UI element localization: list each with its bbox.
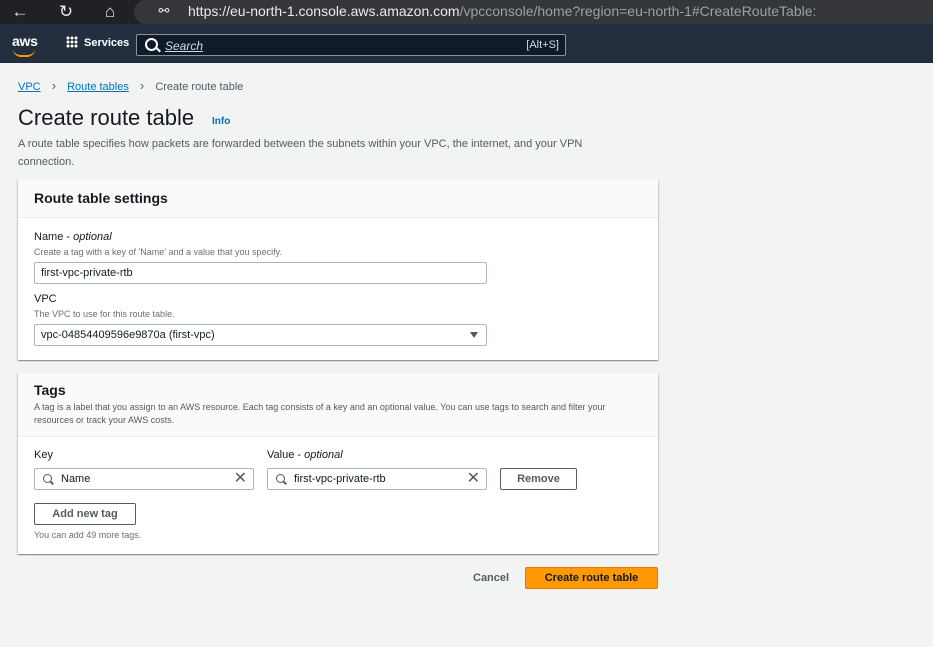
page-title: Create route table (18, 105, 195, 130)
tag-value-input[interactable]: first-vpc-private-rtb ✕ (267, 468, 487, 490)
chevron-right-icon: › (139, 78, 145, 93)
add-new-tag-button[interactable]: Add new tag (34, 503, 136, 525)
services-menu-button[interactable]: Services (66, 36, 129, 49)
vpc-selected-value: vpc-04854409596e9870a (first-vpc) (41, 329, 215, 341)
reload-icon[interactable]: ↻ (56, 2, 76, 22)
tags-panel-header: Tags A tag is a label that you assign to… (18, 373, 658, 437)
tag-key-input[interactable]: Name ✕ (34, 468, 254, 490)
tag-key-label: Key (34, 449, 53, 461)
breadcrumb-route-tables[interactable]: Route tables (67, 81, 129, 93)
vpc-select[interactable]: vpc-04854409596e9870a (first-vpc) (34, 324, 487, 346)
cancel-button[interactable]: Cancel (473, 572, 509, 584)
clear-value-icon[interactable]: ✕ (467, 470, 480, 488)
url-text: https://eu-north-1.console.aws.amazon.co… (188, 3, 817, 19)
chevron-right-icon: › (51, 78, 57, 93)
vpc-label: VPC (34, 293, 57, 305)
create-route-table-button[interactable]: Create route table (525, 567, 658, 589)
caret-down-icon (470, 332, 478, 338)
back-arrow-icon[interactable]: ← (10, 2, 30, 22)
info-link[interactable]: Info (212, 116, 230, 127)
tags-limit-text: You can add 49 more tags. (34, 530, 142, 540)
route-table-settings-panel: Route table settings Name - optional Cre… (18, 180, 658, 360)
breadcrumb-current: Create route table (155, 81, 244, 93)
home-icon[interactable]: ⌂ (100, 2, 120, 22)
breadcrumb: VPC › Route tables › Create route table (18, 78, 243, 93)
name-input[interactable] (34, 262, 487, 284)
address-bar[interactable]: ⚯ https://eu-north-1.console.aws.amazon.… (134, 0, 933, 24)
global-search: [Alt+S] (136, 34, 566, 56)
tags-description: A tag is a label that you assign to an A… (34, 402, 606, 425)
vpc-help-text: The VPC to use for this route table. (34, 309, 175, 319)
name-label: Name - optional (34, 231, 112, 243)
services-label: Services (84, 37, 130, 49)
tag-value-label: Value - optional (267, 449, 343, 461)
tags-panel-title: Tags (34, 382, 66, 398)
aws-logo-smile (13, 49, 35, 57)
search-icon (145, 38, 158, 51)
clear-key-icon[interactable]: ✕ (234, 470, 247, 488)
grid-icon (66, 36, 78, 48)
search-shortcut-hint: [Alt+S] (526, 39, 559, 51)
settings-panel-header: Route table settings (18, 180, 658, 218)
tags-panel: Tags A tag is a label that you assign to… (18, 373, 658, 554)
site-info-icon[interactable]: ⚯ (154, 1, 174, 21)
browser-bar: ← ↻ ⌂ ⚯ https://eu-north-1.console.aws.a… (0, 0, 933, 24)
remove-tag-button[interactable]: Remove (500, 468, 577, 490)
search-icon (43, 474, 52, 483)
page-description: A route table specifies how packets are … (18, 138, 583, 168)
aws-logo[interactable]: aws (12, 33, 38, 49)
tag-value-value: first-vpc-private-rtb (294, 473, 386, 485)
tag-key-value: Name (61, 473, 91, 485)
aws-top-nav: aws Services [Alt+S] (0, 24, 933, 63)
breadcrumb-vpc[interactable]: VPC (18, 81, 41, 93)
search-icon (276, 474, 285, 483)
search-input[interactable] (163, 37, 467, 55)
settings-panel-title: Route table settings (34, 190, 168, 206)
name-help-text: Create a tag with a key of 'Name' and a … (34, 247, 282, 257)
